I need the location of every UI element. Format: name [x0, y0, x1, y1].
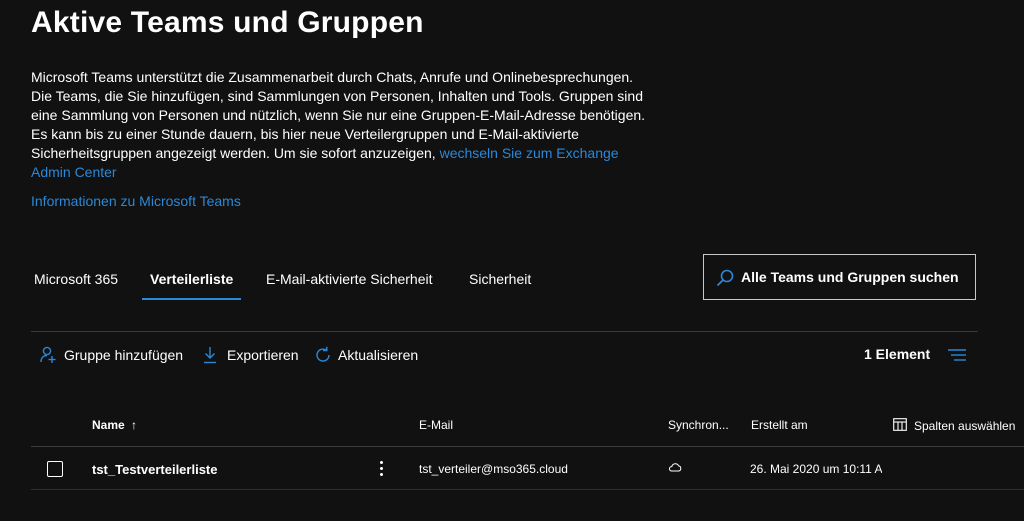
tab-security[interactable]: Sicherheit — [461, 262, 539, 298]
table-header-divider — [31, 446, 1024, 447]
column-header-email[interactable]: E-Mail — [419, 418, 453, 432]
add-group-label: Gruppe hinzufügen — [64, 347, 184, 363]
tab-verteilerliste[interactable]: Verteilerliste — [142, 262, 242, 300]
item-count: 1 Element — [864, 346, 931, 362]
sort-ascending-icon: ↑ — [131, 418, 138, 432]
active-teams-groups-page: Aktive Teams und Gruppen Microsoft Teams… — [0, 0, 1024, 521]
search-box[interactable]: Alle Teams und Gruppen suchen — [703, 254, 976, 300]
export-button[interactable]: Exportieren — [203, 344, 303, 366]
download-icon — [204, 347, 216, 364]
more-actions-icon[interactable] — [373, 458, 389, 480]
row-checkbox[interactable] — [47, 461, 63, 477]
page-description: Microsoft Teams unterstützt die Zusammen… — [31, 68, 651, 182]
column-header-created[interactable]: Erstellt am — [751, 418, 808, 432]
search-icon — [716, 269, 734, 287]
add-group-button[interactable]: Gruppe hinzufügen — [40, 344, 190, 366]
refresh-label: Aktualisieren — [338, 347, 419, 363]
group-email: tst_verteiler@mso365.cloud — [419, 462, 568, 476]
columns-icon — [893, 418, 907, 431]
teams-info-link[interactable]: Informationen zu Microsoft Teams — [31, 193, 241, 209]
export-label: Exportieren — [227, 347, 299, 363]
group-name[interactable]: tst_Testverteilerliste — [92, 462, 218, 477]
choose-columns-label: Spalten auswählen — [914, 419, 1016, 433]
tab-microsoft-365[interactable]: Microsoft 365 — [26, 262, 126, 298]
cloud-icon — [668, 463, 682, 472]
tab-email-security[interactable]: E-Mail-aktivierte Sicherheit — [258, 262, 441, 298]
divider — [31, 331, 978, 332]
view-options-icon[interactable] — [948, 348, 966, 362]
column-header-name[interactable]: Name ↑ — [92, 418, 137, 432]
created-date: 26. Mai 2020 um 10:11 A — [750, 462, 882, 476]
refresh-button[interactable]: Aktualisieren — [314, 344, 424, 366]
refresh-icon — [316, 346, 330, 362]
page-title: Aktive Teams und Gruppen — [31, 6, 424, 39]
add-person-icon — [40, 346, 56, 363]
row-divider — [31, 489, 1024, 490]
column-name-label: Name — [92, 418, 125, 432]
search-placeholder: Alle Teams und Gruppen suchen — [741, 269, 959, 285]
column-header-sync[interactable]: Synchron... — [668, 418, 729, 432]
